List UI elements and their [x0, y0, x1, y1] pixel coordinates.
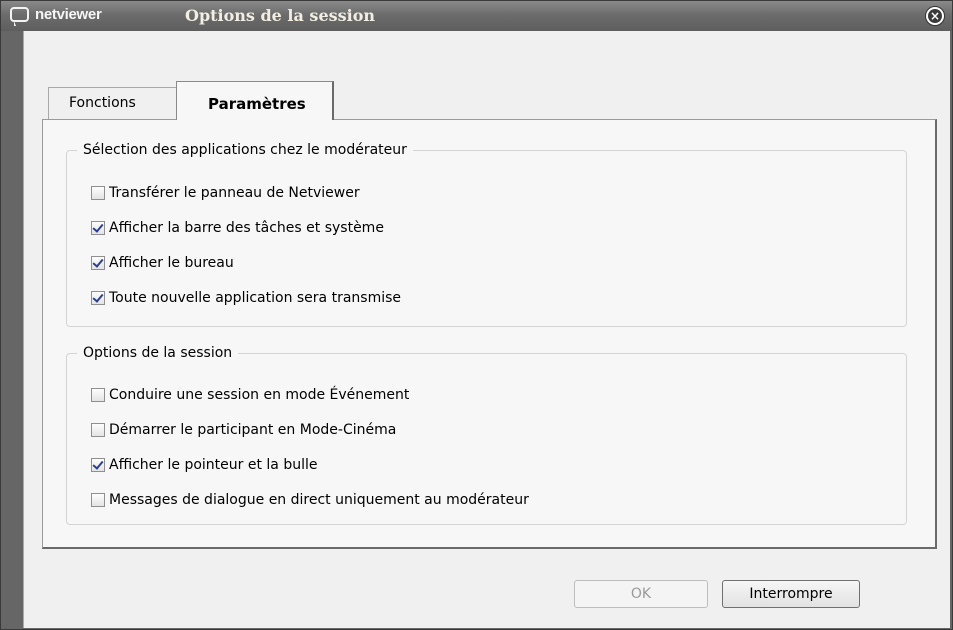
option-label: Afficher le pointeur et la bulle: [109, 457, 318, 473]
brand-logo: netviewer: [35, 6, 102, 23]
option-chat-moderator-only[interactable]: Messages de dialogue en direct uniquemen…: [91, 489, 529, 511]
option-label: Afficher le bureau: [109, 255, 234, 271]
window-title: Options de la session: [185, 6, 376, 25]
close-button[interactable]: ×: [925, 6, 945, 26]
option-show-pointer[interactable]: Afficher le pointeur et la bulle: [91, 454, 317, 476]
option-label: Conduire une session en mode Événement: [109, 387, 410, 403]
tab-parametres[interactable]: Paramètres: [176, 81, 334, 120]
title-bar[interactable]: netviewer Options de la session ×: [1, 1, 952, 31]
checkbox[interactable]: [91, 388, 105, 402]
option-label: Messages de dialogue en direct uniquemen…: [109, 492, 529, 508]
option-label: Afficher la barre des tâches et système: [109, 220, 384, 236]
tab-fonctions[interactable]: Fonctions: [48, 87, 178, 119]
checkbox[interactable]: [91, 493, 105, 507]
speech-bubble-icon: [10, 7, 29, 26]
option-event-mode[interactable]: Conduire une session en mode Événement: [91, 384, 409, 406]
group-application-selection: Sélection des applications chez le modér…: [66, 142, 907, 327]
tab-panel-parametres: Sélection des applications chez le modér…: [42, 119, 937, 549]
group-legend: Options de la session: [83, 345, 233, 361]
checkbox[interactable]: [91, 423, 105, 437]
option-transmit-new-apps[interactable]: Toute nouvelle application sera transmis…: [91, 287, 401, 309]
cancel-button[interactable]: Interrompre: [722, 580, 860, 608]
option-transfer-panel[interactable]: Transférer le panneau de Netviewer: [91, 182, 360, 204]
ok-button[interactable]: OK: [574, 580, 708, 608]
checkbox[interactable]: [91, 186, 105, 200]
group-legend: Sélection des applications chez le modér…: [83, 142, 407, 158]
checkbox[interactable]: [91, 256, 105, 270]
option-cinema-mode[interactable]: Démarrer le participant en Mode-Cinéma: [91, 419, 396, 441]
group-session-options: Options de la session Conduire une sessi…: [66, 345, 907, 525]
dialog-body: Fonctions Paramètres Sélection des appli…: [23, 31, 950, 628]
session-options-dialog: netviewer Options de la session × Foncti…: [0, 0, 953, 630]
option-show-taskbar[interactable]: Afficher la barre des tâches et système: [91, 217, 384, 239]
checkbox[interactable]: [91, 458, 105, 472]
option-label: Transférer le panneau de Netviewer: [109, 185, 360, 201]
close-icon: ×: [929, 9, 941, 23]
checkbox[interactable]: [91, 221, 105, 235]
option-label: Toute nouvelle application sera transmis…: [109, 290, 402, 306]
option-label: Démarrer le participant en Mode-Cinéma: [109, 422, 397, 438]
checkbox[interactable]: [91, 291, 105, 305]
option-show-desktop[interactable]: Afficher le bureau: [91, 252, 234, 274]
